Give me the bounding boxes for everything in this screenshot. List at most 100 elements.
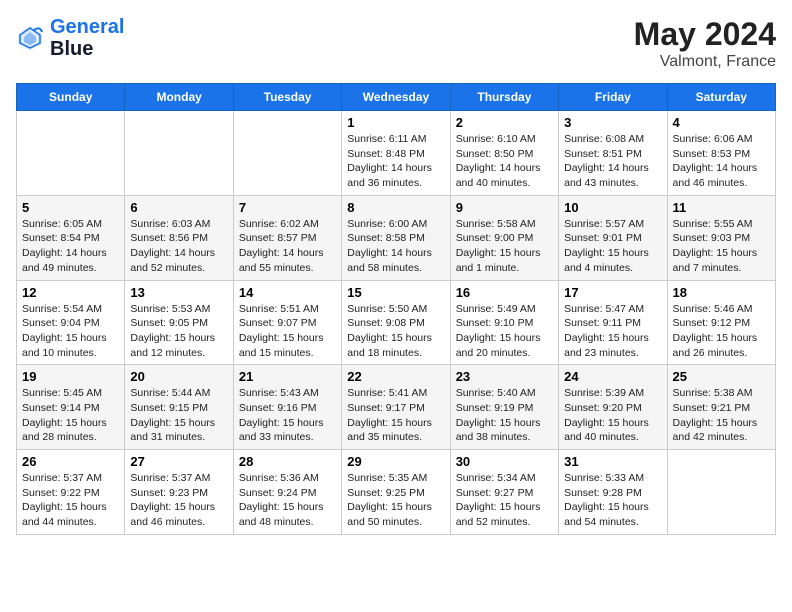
calendar-cell: 25Sunrise: 5:38 AM Sunset: 9:21 PM Dayli…: [667, 365, 775, 450]
day-number: 26: [22, 454, 119, 469]
calendar-cell: 5 Sunrise: 6:05 AM Sunset: 8:54 PM Daylig…: [17, 195, 125, 280]
day-info: Sunrise: 5:43 AM Sunset: 9:16 PM Dayligh…: [239, 386, 336, 445]
calendar-cell: 1Sunrise: 6:11 AM Sunset: 8:48 PM Daylig…: [342, 111, 450, 196]
logo-icon: [16, 24, 44, 52]
day-number: 3: [564, 115, 661, 130]
calendar-cell: [667, 450, 775, 535]
title-block: May 2024 Valmont, France: [634, 16, 776, 71]
day-info: Sunrise: 5:37 AM Sunset: 9:23 PM Dayligh…: [130, 471, 227, 530]
day-number: 9: [456, 200, 553, 215]
calendar-cell: 28Sunrise: 5:36 AM Sunset: 9:24 PM Dayli…: [233, 450, 341, 535]
calendar-cell: 16 Sunrise: 5:49 AM Sunset: 9:10 PM Dayli…: [450, 280, 558, 365]
day-info: Sunrise: 5:51 AM Sunset: 9:07 PM Dayligh…: [239, 302, 336, 361]
calendar-cell: 7 Sunrise: 6:02 AM Sunset: 8:57 PM Daylig…: [233, 195, 341, 280]
day-info: Sunrise: 5:37 AM Sunset: 9:22 PM Dayligh…: [22, 471, 119, 530]
calendar-week-row: 1Sunrise: 6:11 AM Sunset: 8:48 PM Daylig…: [17, 111, 776, 196]
day-number: 2: [456, 115, 553, 130]
day-number: 19: [22, 369, 119, 384]
day-info: Sunrise: 5:44 AM Sunset: 9:15 PM Dayligh…: [130, 386, 227, 445]
day-number: 6: [130, 200, 227, 215]
calendar-cell: 30Sunrise: 5:34 AM Sunset: 9:27 PM Dayli…: [450, 450, 558, 535]
day-number: 15: [347, 285, 444, 300]
calendar-week-row: 5 Sunrise: 6:05 AM Sunset: 8:54 PM Daylig…: [17, 195, 776, 280]
page-header: General Blue May 2024 Valmont, France: [16, 16, 776, 71]
day-info: Sunrise: 5:50 AM Sunset: 9:08 PM Dayligh…: [347, 302, 444, 361]
day-number: 13: [130, 285, 227, 300]
day-info: Sunrise: 5:40 AM Sunset: 9:19 PM Dayligh…: [456, 386, 553, 445]
day-info: Sunrise: 5:47 AM Sunset: 9:11 PM Dayligh…: [564, 302, 661, 361]
day-number: 5: [22, 200, 119, 215]
calendar-cell: 3 Sunrise: 6:08 AM Sunset: 8:51 PM Daylig…: [559, 111, 667, 196]
weekday-header: Tuesday: [233, 84, 341, 111]
day-number: 20: [130, 369, 227, 384]
calendar-cell: 2 Sunrise: 6:10 AM Sunset: 8:50 PM Daylig…: [450, 111, 558, 196]
calendar-cell: 15 Sunrise: 5:50 AM Sunset: 9:08 PM Dayli…: [342, 280, 450, 365]
location-title: Valmont, France: [634, 53, 776, 71]
day-number: 21: [239, 369, 336, 384]
day-number: 16: [456, 285, 553, 300]
calendar-cell: [17, 111, 125, 196]
calendar-cell: 17Sunrise: 5:47 AM Sunset: 9:11 PM Dayli…: [559, 280, 667, 365]
day-number: 14: [239, 285, 336, 300]
weekday-header: Thursday: [450, 84, 558, 111]
day-info: Sunrise: 5:58 AM Sunset: 9:00 PM Dayligh…: [456, 217, 553, 276]
day-number: 8: [347, 200, 444, 215]
day-info: Sunrise: 6:06 AM Sunset: 8:53 PM Dayligh…: [673, 132, 770, 191]
calendar-cell: 8 Sunrise: 6:00 AM Sunset: 8:58 PM Daylig…: [342, 195, 450, 280]
day-number: 25: [673, 369, 770, 384]
day-number: 27: [130, 454, 227, 469]
calendar-cell: 27 Sunrise: 5:37 AM Sunset: 9:23 PM Dayli…: [125, 450, 233, 535]
calendar-cell: 4 Sunrise: 6:06 AM Sunset: 8:53 PM Daylig…: [667, 111, 775, 196]
calendar-cell: [233, 111, 341, 196]
calendar-cell: 18 Sunrise: 5:46 AM Sunset: 9:12 PM Dayli…: [667, 280, 775, 365]
day-number: 22: [347, 369, 444, 384]
calendar-cell: 10 Sunrise: 5:57 AM Sunset: 9:01 PM Dayli…: [559, 195, 667, 280]
day-number: 18: [673, 285, 770, 300]
logo: General Blue: [16, 16, 124, 60]
day-number: 7: [239, 200, 336, 215]
calendar-cell: 19 Sunrise: 5:45 AM Sunset: 9:14 PM Dayli…: [17, 365, 125, 450]
calendar-cell: 6 Sunrise: 6:03 AM Sunset: 8:56 PM Daylig…: [125, 195, 233, 280]
day-number: 11: [673, 200, 770, 215]
day-number: 31: [564, 454, 661, 469]
day-info: Sunrise: 6:03 AM Sunset: 8:56 PM Dayligh…: [130, 217, 227, 276]
weekday-header: Sunday: [17, 84, 125, 111]
month-title: May 2024: [634, 16, 776, 53]
calendar-cell: 14 Sunrise: 5:51 AM Sunset: 9:07 PM Dayli…: [233, 280, 341, 365]
day-info: Sunrise: 6:00 AM Sunset: 8:58 PM Dayligh…: [347, 217, 444, 276]
calendar-table: SundayMondayTuesdayWednesdayThursdayFrid…: [16, 83, 776, 535]
calendar-week-row: 12Sunrise: 5:54 AM Sunset: 9:04 PM Dayli…: [17, 280, 776, 365]
calendar-cell: 29 Sunrise: 5:35 AM Sunset: 9:25 PM Dayli…: [342, 450, 450, 535]
day-info: Sunrise: 5:45 AM Sunset: 9:14 PM Dayligh…: [22, 386, 119, 445]
day-info: Sunrise: 5:41 AM Sunset: 9:17 PM Dayligh…: [347, 386, 444, 445]
day-number: 29: [347, 454, 444, 469]
calendar-cell: 22 Sunrise: 5:41 AM Sunset: 9:17 PM Dayli…: [342, 365, 450, 450]
day-info: Sunrise: 5:53 AM Sunset: 9:05 PM Dayligh…: [130, 302, 227, 361]
calendar-cell: 24 Sunrise: 5:39 AM Sunset: 9:20 PM Dayli…: [559, 365, 667, 450]
day-info: Sunrise: 5:55 AM Sunset: 9:03 PM Dayligh…: [673, 217, 770, 276]
day-info: Sunrise: 5:57 AM Sunset: 9:01 PM Dayligh…: [564, 217, 661, 276]
day-info: Sunrise: 5:46 AM Sunset: 9:12 PM Dayligh…: [673, 302, 770, 361]
day-info: Sunrise: 5:49 AM Sunset: 9:10 PM Dayligh…: [456, 302, 553, 361]
day-info: Sunrise: 5:33 AM Sunset: 9:28 PM Dayligh…: [564, 471, 661, 530]
day-info: Sunrise: 5:34 AM Sunset: 9:27 PM Dayligh…: [456, 471, 553, 530]
day-info: Sunrise: 6:08 AM Sunset: 8:51 PM Dayligh…: [564, 132, 661, 191]
day-info: Sunrise: 6:05 AM Sunset: 8:54 PM Dayligh…: [22, 217, 119, 276]
weekday-row: SundayMondayTuesdayWednesdayThursdayFrid…: [17, 84, 776, 111]
calendar-header: SundayMondayTuesdayWednesdayThursdayFrid…: [17, 84, 776, 111]
weekday-header: Wednesday: [342, 84, 450, 111]
day-info: Sunrise: 5:36 AM Sunset: 9:24 PM Dayligh…: [239, 471, 336, 530]
day-info: Sunrise: 5:39 AM Sunset: 9:20 PM Dayligh…: [564, 386, 661, 445]
calendar-cell: 11 Sunrise: 5:55 AM Sunset: 9:03 PM Dayli…: [667, 195, 775, 280]
day-number: 23: [456, 369, 553, 384]
day-info: Sunrise: 6:02 AM Sunset: 8:57 PM Dayligh…: [239, 217, 336, 276]
day-number: 10: [564, 200, 661, 215]
calendar-cell: 21 Sunrise: 5:43 AM Sunset: 9:16 PM Dayli…: [233, 365, 341, 450]
logo-text: General Blue: [50, 16, 124, 60]
day-info: Sunrise: 6:10 AM Sunset: 8:50 PM Dayligh…: [456, 132, 553, 191]
day-info: Sunrise: 5:35 AM Sunset: 9:25 PM Dayligh…: [347, 471, 444, 530]
calendar-cell: 12Sunrise: 5:54 AM Sunset: 9:04 PM Dayli…: [17, 280, 125, 365]
day-number: 1: [347, 115, 444, 130]
day-number: 4: [673, 115, 770, 130]
day-number: 24: [564, 369, 661, 384]
